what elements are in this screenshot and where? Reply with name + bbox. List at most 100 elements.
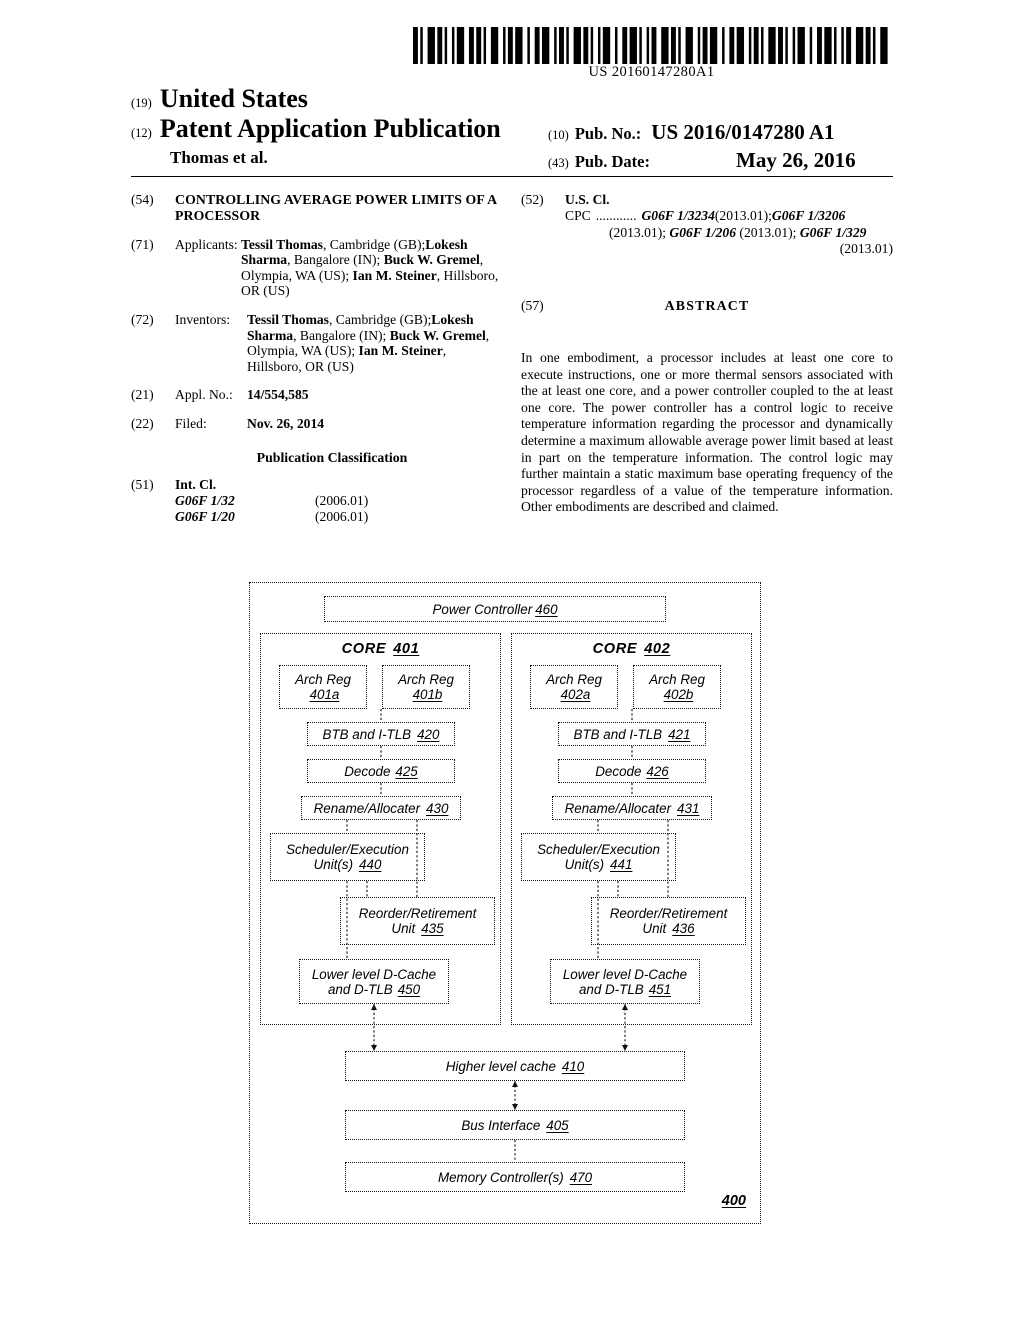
decode-426-label: Decode [595, 763, 642, 779]
person-name: Ian M. Steiner [358, 343, 443, 359]
cpc-dots: ............ [595, 208, 637, 224]
core-401-title: CORE 401 [260, 641, 501, 657]
reorder-retirement-436-label: Reorder/Retirement Unit [609, 906, 728, 936]
cpc-ver-2: (2013.01); [609, 224, 670, 240]
appl-no-label: Appl. No.: [175, 387, 233, 403]
scheduler-execution-440-block: Scheduler/Execution Unit(s) 440 [270, 833, 425, 881]
pub-date-label: Pub. Date: [574, 152, 650, 171]
barcode-number: US 20160147280A1 [588, 64, 715, 80]
arch-reg-401a-label: Arch Reg [295, 672, 351, 687]
decode-426-ref: 426 [646, 763, 669, 779]
kind-code-19: (19) [131, 96, 152, 110]
core-402-title: CORE 402 [511, 641, 752, 657]
arch-reg-401a-ref: 401a [309, 687, 340, 702]
filed-value: Nov. 26, 2014 [247, 415, 325, 431]
scheduler-execution-441-block: Scheduler/Execution Unit(s) 441 [521, 833, 676, 881]
field-code-72: (72) [131, 311, 154, 327]
rename-allocater-430-ref: 430 [426, 800, 449, 816]
field-code-57: (57) [521, 297, 544, 313]
publication-date-line: (43) Pub. Date: May 26, 2016 [548, 148, 856, 173]
int-cl-version: (2006.01) [315, 492, 369, 508]
arch-reg-401b-label: Arch Reg [398, 672, 454, 687]
country-line: (19) United States [131, 84, 308, 114]
decode-426-block: Decode 426 [558, 759, 706, 783]
field-code-10: (10) [548, 128, 569, 142]
cpc-ver-1: (2013.01); [714, 208, 772, 224]
memory-controller-label: Memory Controller(s) [437, 1169, 564, 1185]
btb-itlb-421-ref: 421 [668, 726, 691, 742]
invention-title: CONTROLLING AVERAGE POWER LIMITS OF A PR… [175, 192, 497, 223]
int-cl-code: G06F 1/20 [175, 509, 235, 525]
kind-code-12: (12) [131, 126, 152, 140]
publication-classification-heading: Publication Classification [256, 449, 408, 465]
bus-interface-block: Bus Interface 405 [345, 1110, 685, 1140]
applicants-field: (71) Applicants: Tessil Thomas, Cambridg… [131, 237, 503, 299]
processor-block-diagram: Power Controller 460 CORE 401 Arch Reg 401a… [249, 582, 761, 1224]
field-code-51: (51) [131, 476, 154, 492]
rename-allocater-431-block: Rename/Allocater 431 [552, 796, 712, 820]
abstract-heading-field: (57) ABSTRACT [521, 298, 893, 314]
int-cl-rows: G06F 1/32 (2006.01) G06F 1/20 (2006.01) [175, 493, 503, 526]
document-type: Patent Application Publication [159, 114, 501, 143]
decode-425-block: Decode 425 [307, 759, 455, 783]
rename-allocater-430-block: Rename/Allocater 430 [301, 796, 461, 820]
higher-level-cache-label: Higher level cache [445, 1058, 556, 1074]
field-code-21: (21) [131, 387, 154, 403]
lower-dcache-450-block: Lower level D-Cache and D-TLB 450 [299, 959, 449, 1004]
int-cl-code: G06F 1/32 [175, 492, 235, 508]
arch-reg-401b-block: Arch Reg 401b [382, 665, 470, 709]
arch-reg-402b-ref: 402b [663, 687, 694, 702]
filed-label: Filed: [175, 415, 207, 431]
barcode [413, 27, 890, 64]
core-401-ref: 401 [393, 641, 420, 657]
power-controller-block: Power Controller 460 [324, 596, 666, 622]
lower-dcache-451-block: Lower level D-Cache and D-TLB 451 [550, 959, 700, 1004]
rename-allocater-430-label: Rename/Allocater [313, 800, 421, 816]
cpc-code-2: G06F 1/3206 [771, 208, 846, 224]
btb-itlb-420-label: BTB and I-TLB [322, 726, 412, 742]
arch-reg-401b-ref: 401b [412, 687, 443, 702]
applicants-list: Tessil Thomas, Cambridge (GB);Lokesh Sha… [241, 237, 503, 299]
cpc-code-3: G06F 1/206 [669, 224, 737, 240]
cpc-line-1: CPC ............ G06F 1/3234 (2013.01); … [565, 208, 893, 224]
bibliographic-right-column: (52) U.S. Cl. CPC ............ G06F 1/32… [521, 192, 893, 323]
scheduler-execution-440-label: Scheduler/Execution Unit(s) [286, 842, 409, 872]
power-controller-ref: 460 [535, 601, 558, 617]
field-code-71: (71) [131, 236, 154, 252]
core-401-label: CORE [341, 641, 387, 657]
applicants-label: Applicants: [175, 236, 238, 252]
field-code-22: (22) [131, 415, 154, 431]
arch-reg-401a-block: Arch Reg 401a [279, 665, 367, 709]
abstract-text: In one embodiment, a processor includes … [521, 350, 893, 515]
abstract-heading: ABSTRACT [664, 297, 750, 313]
int-cl-row: G06F 1/32 (2006.01) [175, 493, 503, 509]
cpc-line-2: (2013.01); G06F 1/206 (2013.01); G06F 1/… [609, 225, 893, 241]
reorder-retirement-435-block: Reorder/Retirement Unit 435 [340, 897, 495, 945]
publication-number-line: (10) Pub. No.: US 2016/0147280 A1 [548, 120, 834, 145]
author-line: Thomas et al. [170, 148, 268, 167]
arch-reg-402a-label: Arch Reg [546, 672, 602, 687]
higher-level-cache-block: Higher level cache 410 [345, 1051, 685, 1081]
bibliographic-left-column: (54) CONTROLLING AVERAGE POWER LIMITS OF… [131, 192, 503, 539]
reorder-retirement-435-label: Reorder/Retirement Unit [358, 906, 477, 936]
cpc-prefix: CPC [565, 208, 591, 224]
country-name: United States [159, 84, 308, 113]
scheduler-execution-441-ref: 441 [610, 857, 633, 872]
us-cl-label: U.S. Cl. [565, 192, 610, 207]
header-divider [131, 176, 893, 177]
scheduler-execution-441-label: Scheduler/Execution Unit(s) [537, 842, 660, 872]
btb-itlb-421-label: BTB and I-TLB [573, 726, 663, 742]
person-location: , Bangalore (IN); [287, 252, 384, 268]
cpc-ver-3: (2013.01); [736, 224, 800, 240]
reorder-retirement-436-ref: 436 [672, 921, 695, 936]
memory-controller-ref: 470 [569, 1169, 593, 1185]
field-code-54: (54) [131, 192, 154, 207]
person-name: Tessil Thomas [241, 236, 323, 252]
inventors-field: (72) Inventors: Tessil Thomas, Cambridge… [131, 312, 503, 374]
person-name: Ian M. Steiner [352, 267, 437, 283]
application-number-field: (21) Appl. No.: 14/554,585 [131, 387, 503, 403]
arch-reg-402a-ref: 402a [560, 687, 591, 702]
int-cl-version: (2006.01) [315, 509, 369, 525]
btb-itlb-420-ref: 420 [417, 726, 440, 742]
bus-interface-ref: 405 [546, 1117, 569, 1133]
